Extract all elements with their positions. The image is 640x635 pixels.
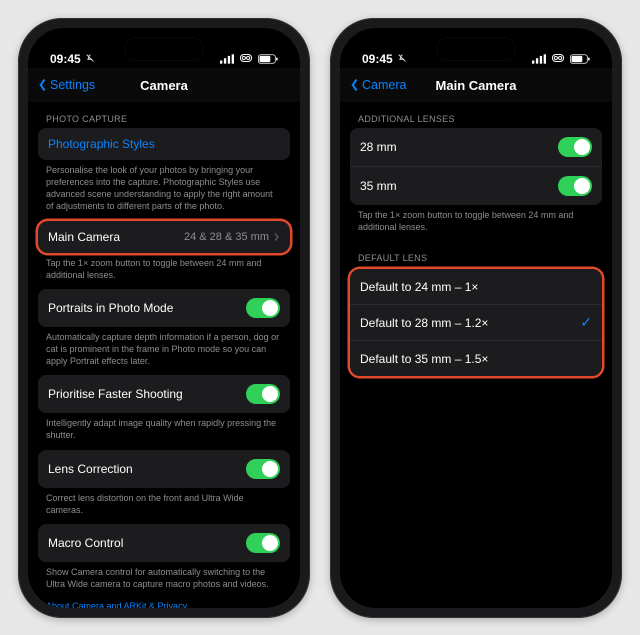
default-option-35mm[interactable]: Default to 35 mm – 1.5× ✓: [350, 341, 602, 376]
cell-label: Prioritise Faster Shooting: [48, 387, 183, 401]
status-time: 09:45: [362, 52, 393, 66]
vpn-icon: [551, 52, 565, 66]
screen-2: 09:45 Camera Ma: [340, 28, 612, 608]
toggle-portraits[interactable]: [246, 298, 280, 318]
battery-icon: [258, 54, 278, 64]
footer-prioritise: Intelligently adapt image quality when r…: [38, 413, 290, 449]
row-28mm[interactable]: 28 mm: [350, 128, 602, 167]
phone-frame-1: 09:45 Settings: [18, 18, 310, 618]
footer-main-camera: Tap the 1× zoom button to toggle between…: [38, 253, 290, 289]
cellular-icon: [532, 54, 546, 64]
nav-title: Camera: [140, 78, 188, 93]
toggle-28mm[interactable]: [558, 137, 592, 157]
default-option-24mm[interactable]: Default to 24 mm – 1× ✓: [350, 269, 602, 305]
toggle-prioritise[interactable]: [246, 384, 280, 404]
about-privacy-link[interactable]: About Camera and ARKit & Privacy…: [38, 598, 290, 608]
cell-label: Macro Control: [48, 536, 123, 550]
screen-1: 09:45 Settings: [28, 28, 300, 608]
cell-label: Main Camera: [48, 230, 120, 244]
vpn-icon: [239, 52, 253, 66]
nav-back-button[interactable]: Settings: [38, 68, 95, 102]
cell-label: 35 mm: [360, 179, 397, 193]
cell-label: 28 mm: [360, 140, 397, 154]
cell-label: Portraits in Photo Mode: [48, 301, 173, 315]
dynamic-island: [125, 38, 203, 60]
silent-icon: [397, 52, 407, 66]
cell-photographic-styles[interactable]: Photographic Styles: [38, 128, 290, 160]
status-time: 09:45: [50, 52, 81, 66]
cellular-icon: [220, 54, 234, 64]
nav-title: Main Camera: [436, 78, 517, 93]
nav-bar: Camera Main Camera: [340, 68, 612, 102]
cell-lens-correction[interactable]: Lens Correction: [38, 450, 290, 488]
cell-prioritise[interactable]: Prioritise Faster Shooting: [38, 375, 290, 413]
cell-label: Default to 35 mm – 1.5×: [360, 352, 488, 366]
content-area: ADDITIONAL LENSES 28 mm 35 mm Tap the 1×…: [340, 102, 612, 608]
checkmark-icon: ✓: [580, 314, 592, 331]
footer-macro: Show Camera control for automatically sw…: [38, 562, 290, 598]
additional-lenses-group: 28 mm 35 mm: [350, 128, 602, 205]
default-lens-group: Default to 24 mm – 1× ✓ Default to 28 mm…: [350, 269, 602, 376]
cell-label: Photographic Styles: [48, 137, 155, 151]
cell-main-camera[interactable]: Main Camera 24 & 28 & 35 mm: [38, 221, 290, 253]
section-label-photo-capture: PHOTO CAPTURE: [38, 102, 290, 128]
section-label-additional: ADDITIONAL LENSES: [350, 102, 602, 128]
toggle-lens-correction[interactable]: [246, 459, 280, 479]
content-area: PHOTO CAPTURE Photographic Styles Person…: [28, 102, 300, 608]
dynamic-island: [437, 38, 515, 60]
nav-back-label: Settings: [50, 78, 95, 92]
cell-portraits[interactable]: Portraits in Photo Mode: [38, 289, 290, 327]
default-option-28mm[interactable]: Default to 28 mm – 1.2× ✓: [350, 305, 602, 341]
toggle-macro[interactable]: [246, 533, 280, 553]
nav-bar: Settings Camera: [28, 68, 300, 102]
footer-portraits: Automatically capture depth information …: [38, 327, 290, 375]
row-35mm[interactable]: 35 mm: [350, 167, 602, 205]
footer-lens-correction: Correct lens distortion on the front and…: [38, 488, 290, 524]
phone-frame-2: 09:45 Camera Ma: [330, 18, 622, 618]
footer-photographic-styles: Personalise the look of your photos by b…: [38, 160, 290, 221]
cell-macro[interactable]: Macro Control: [38, 524, 290, 562]
nav-back-label: Camera: [362, 78, 406, 92]
footer-additional: Tap the 1× zoom button to toggle between…: [350, 205, 602, 241]
silent-icon: [85, 52, 95, 66]
cell-label: Default to 24 mm – 1×: [360, 280, 478, 294]
battery-icon: [570, 54, 590, 64]
nav-back-button[interactable]: Camera: [350, 68, 406, 102]
cell-label: Default to 28 mm – 1.2×: [360, 316, 488, 330]
cell-label: Lens Correction: [48, 462, 133, 476]
section-label-default: DEFAULT LENS: [350, 241, 602, 267]
chevron-right-icon: [273, 232, 280, 242]
toggle-35mm[interactable]: [558, 176, 592, 196]
cell-detail: 24 & 28 & 35 mm: [184, 231, 269, 243]
